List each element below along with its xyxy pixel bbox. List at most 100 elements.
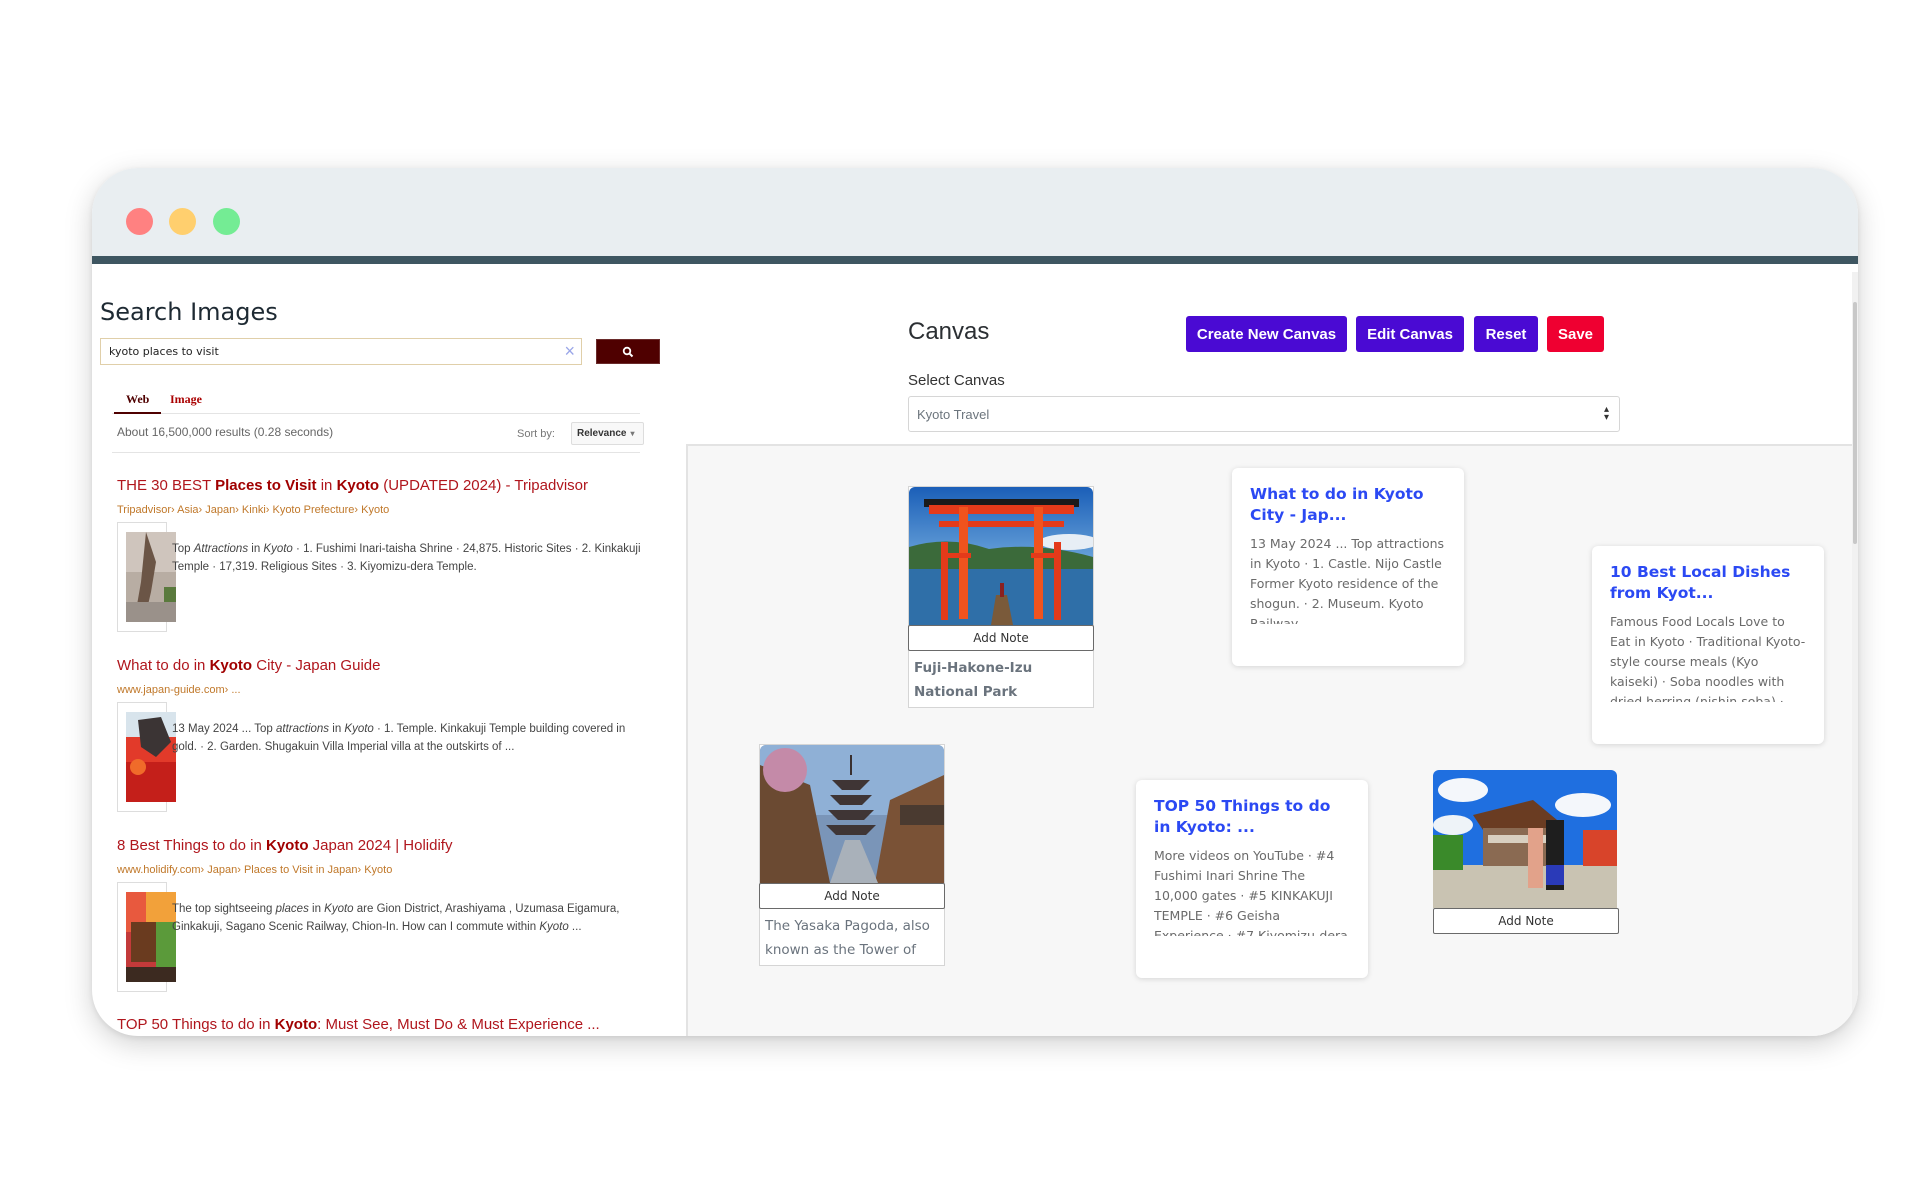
search-result: TOP 50 Things to do in Kyoto: Must See, … [117,1016,657,1033]
snippet-emphasis: Kyoto [344,723,374,735]
maximize-window-button[interactable] [213,208,240,235]
snippet-text: in [248,543,264,555]
result-url[interactable]: www.japan-guide.com› ... [117,684,657,696]
snippet-text: ... [568,921,582,933]
search-button[interactable] [596,339,660,364]
close-window-button[interactable] [126,208,153,235]
search-panel-title: Search Images [100,298,278,326]
canvas-text-card[interactable]: 10 Best Local Dishes from Kyot... Famous… [1592,546,1824,744]
sort-arrows-icon: ▴ ▾ [1603,404,1609,423]
title-highlight: Kyoto [274,1016,318,1033]
minimize-window-button[interactable] [169,208,196,235]
snippet-emphasis: places [275,903,309,915]
snippet-text: The top sightseeing [172,903,276,915]
result-url[interactable]: Tripadvisor› Asia› Japan› Kinki› Kyoto P… [117,504,657,516]
tab-image[interactable]: Image [170,392,202,407]
divider [112,452,640,453]
clear-search-icon[interactable]: × [564,341,575,361]
text-card-title-link[interactable]: TOP 50 Things to do in Kyoto: ... [1154,796,1350,838]
text-card-body: More videos on YouTube · #4 Fushimi Inar… [1154,848,1348,936]
image-card-caption: The Yasaka Pagoda, also known as the Tow… [765,918,930,958]
result-body: 13 May 2024 ... Top attractions in Kyoto… [117,702,657,812]
text-card-title-link[interactable]: What to do in Kyoto City - Jap... [1250,484,1446,526]
title-highlight: Kyoto [209,657,253,674]
canvas-text-card[interactable]: What to do in Kyoto City - Jap... 13 May… [1232,468,1464,666]
selected-canvas-value: Kyoto Travel [917,406,990,422]
canvas-card-image [909,487,1093,625]
add-note-button[interactable]: Add Note [759,883,945,909]
canvas-image-card[interactable]: Add Note [1433,770,1619,934]
result-title-link[interactable]: 8 Best Things to do in Kyoto Japan 2024 … [117,837,657,854]
search-result: 8 Best Things to do in Kyoto Japan 2024 … [117,837,657,992]
snippet-text: in [308,903,325,915]
title-text: 8 Best Things to do in [117,837,266,854]
chevron-down-icon: ▾ [630,429,635,438]
snippet-emphasis: Kyoto [539,921,569,933]
title-text: Japan 2024 | Holidify [308,837,453,854]
result-thumbnail-image[interactable] [126,532,176,622]
create-new-canvas-button[interactable]: Create New Canvas [1186,316,1347,352]
snippet-emphasis: Attractions [193,543,249,555]
add-note-button[interactable]: Add Note [1433,908,1619,934]
title-highlight: Kyoto [336,477,380,494]
title-text: What to do in [117,657,210,674]
app-content: Search Images × Web Image About 16,500,0… [92,272,1858,1036]
tab-web[interactable]: Web [113,392,162,414]
sort-dropdown[interactable]: Relevance ▾ [571,422,644,445]
search-box: × [100,338,582,365]
result-url[interactable]: www.holidify.com› Japan› Places to Visit… [117,864,657,876]
result-count: About 16,500,000 results (0.28 seconds) [117,425,334,439]
snippet-emphasis: attractions [276,723,330,735]
snippet-emphasis: Kyoto [263,543,293,555]
search-panel: Search Images × Web Image About 16,500,0… [92,272,682,1036]
result-title-link[interactable]: What to do in Kyoto City - Japan Guide [117,657,657,674]
title-text: THE 30 BEST [117,477,216,494]
result-thumbnail-image[interactable] [126,892,176,982]
title-highlight: Kyoto [265,837,309,854]
edit-canvas-button[interactable]: Edit Canvas [1356,316,1464,352]
title-text: TOP 50 Things to do in [117,1016,275,1033]
result-thumbnail-image[interactable] [126,712,176,802]
add-note-button[interactable]: Add Note [908,625,1094,651]
search-tabs: Web Image [112,390,640,414]
sort-value: Relevance [577,428,627,439]
select-canvas-label: Select Canvas [908,372,1005,389]
snippet-emphasis: Kyoto [324,903,354,915]
canvas-select-dropdown[interactable]: Kyoto Travel ▴ ▾ [908,396,1620,432]
text-card-title-link[interactable]: 10 Best Local Dishes from Kyot... [1610,562,1806,604]
result-body: The top sightseeing places in Kyoto are … [117,882,657,992]
title-text: (UPDATED 2024) - Tripadvisor [379,477,589,494]
title-highlight: Places to Visit [215,477,317,494]
reset-button[interactable]: Reset [1474,316,1538,352]
title-text: City - Japan Guide [252,657,381,674]
canvas-title: Canvas [908,318,990,345]
result-title-link[interactable]: THE 30 BEST Places to Visit in Kyoto (UP… [117,477,657,494]
sort-label: Sort by: [517,428,555,440]
snippet-text: in [329,723,345,735]
image-card-caption: Fuji-Hakone-Izu National Park [914,660,1033,700]
text-card-body: 13 May 2024 ... Top attractions in Kyoto… [1250,536,1445,624]
scrollbar-thumb[interactable] [1853,302,1857,544]
result-snippet: 13 May 2024 ... Top attractions in Kyoto… [172,720,642,756]
canvas-text-card[interactable]: TOP 50 Things to do in Kyoto: ... More v… [1136,780,1368,978]
result-title-link[interactable]: TOP 50 Things to do in Kyoto: Must See, … [117,1016,657,1033]
canvas-board[interactable]: Add Note Fuji-Hakone-Izu National Park A… [686,444,1854,1036]
canvas-image-card[interactable]: Add Note The Yasaka Pagoda, also known a… [759,744,945,966]
result-body: Top Attractions in Kyoto · 1. Fushimi In… [117,522,657,632]
result-snippet: Top Attractions in Kyoto · 1. Fushimi In… [172,540,642,576]
snippet-text: 13 May 2024 ... Top [172,723,276,735]
text-card-body: Famous Food Locals Love to Eat in Kyoto … [1610,614,1806,702]
browser-window: Search Images × Web Image About 16,500,0… [92,168,1858,1036]
search-input[interactable] [101,345,541,358]
title-text: : Must See, Must Do & Must Experience ..… [317,1016,600,1033]
search-icon [622,346,634,357]
result-snippet: The top sightseeing places in Kyoto are … [172,900,642,936]
canvas-image-card[interactable]: Add Note Fuji-Hakone-Izu National Park [908,486,1094,708]
search-result: THE 30 BEST Places to Visit in Kyoto (UP… [117,477,657,632]
title-text: in [316,477,337,494]
page-scrollbar[interactable] [1852,272,1858,1036]
canvas-card-image [1433,770,1617,908]
search-result: What to do in Kyoto City - Japan Guide w… [117,657,657,812]
snippet-text: Top [172,543,194,555]
save-button[interactable]: Save [1547,316,1604,352]
